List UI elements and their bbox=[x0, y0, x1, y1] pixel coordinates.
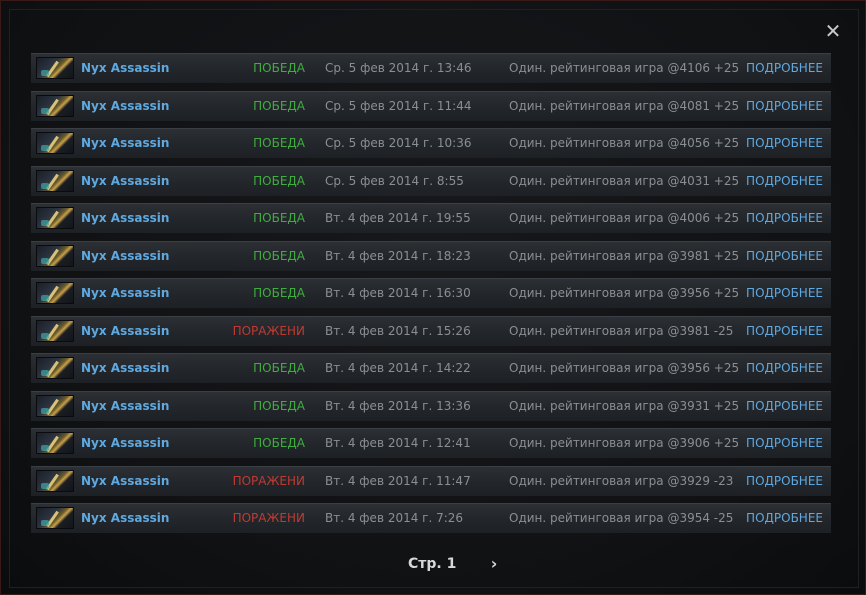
hero-name: Nyx Assassin bbox=[81, 286, 170, 300]
match-result: ПОБЕДА bbox=[253, 211, 305, 225]
match-result: ПОРАЖЕНИ bbox=[232, 511, 305, 525]
match-date: Вт. 4 фев 2014 г. 7:26 bbox=[325, 511, 464, 525]
hero-name: Nyx Assassin bbox=[81, 211, 170, 225]
details-link[interactable]: ПОДРОБНЕЕ bbox=[746, 136, 823, 150]
hero-portrait-icon bbox=[36, 282, 74, 304]
hero-portrait-icon bbox=[36, 94, 74, 117]
match-history-panel: ✕ Nyx Assassin ПОБЕДА Ср. 5 фев 2014 г. 13… bbox=[0, 0, 866, 595]
match-row[interactable]: Nyx Assassin ПОБЕДА Ср. 5 фев 2014 г. 8:55… bbox=[31, 165, 831, 196]
match-mode: Один. рейтинговая игра @4006 +25 bbox=[509, 211, 740, 225]
match-date: Вт. 4 фев 2014 г. 16:30 bbox=[325, 286, 471, 300]
hero-name: Nyx Assassin bbox=[81, 61, 170, 75]
details-link[interactable]: ПОДРОБНЕЕ bbox=[746, 286, 823, 300]
match-result: ПОБЕДА bbox=[253, 436, 305, 450]
hero-portrait-icon bbox=[36, 132, 74, 154]
hero-portrait-icon bbox=[36, 357, 74, 379]
match-date: Ср. 5 фев 2014 г. 13:46 bbox=[325, 61, 472, 75]
hero-portrait-icon bbox=[36, 319, 74, 342]
match-row[interactable]: Nyx Assassin ПОБЕДА Вт. 4 фев 2014 г. 18:2… bbox=[31, 240, 831, 271]
match-row[interactable]: Nyx Assassin ПОБЕДА Вт. 4 фев 2014 г. 13:3… bbox=[31, 390, 831, 421]
hero-name: Nyx Assassin bbox=[81, 361, 170, 375]
hero-name: Nyx Assassin bbox=[81, 511, 170, 525]
match-result: ПОБЕДА bbox=[253, 98, 305, 113]
details-link[interactable]: ПОДРОБНЕЕ bbox=[746, 61, 823, 75]
match-date: Вт. 4 фев 2014 г. 18:23 bbox=[325, 248, 471, 263]
match-date: Ср. 5 фев 2014 г. 11:44 bbox=[325, 98, 472, 113]
hero-name: Nyx Assassin bbox=[81, 398, 170, 413]
match-mode: Один. рейтинговая игра @3956 +25 bbox=[509, 361, 740, 375]
match-result: ПОБЕДА bbox=[253, 136, 305, 150]
match-result: ПОБЕДА bbox=[253, 286, 305, 300]
match-row[interactable]: Nyx Assassin ПОБЕДА Ср. 5 фев 2014 г. 10:3… bbox=[31, 128, 831, 158]
hero-name: Nyx Assassin bbox=[81, 323, 170, 338]
match-result: ПОРАЖЕНИ bbox=[232, 473, 305, 488]
hero-portrait-icon bbox=[36, 244, 74, 267]
match-date: Вт. 4 фев 2014 г. 12:41 bbox=[325, 436, 471, 450]
match-result: ПОРАЖЕНИ bbox=[232, 323, 305, 338]
match-row[interactable]: Nyx Assassin ПОРАЖЕНИ Вт. 4 фев 2014 г. 11… bbox=[31, 465, 831, 496]
details-link[interactable]: ПОДРОБНЕЕ bbox=[746, 474, 823, 488]
match-row[interactable]: Nyx Assassin ПОБЕДА Вт. 4 фев 2014 г. 19:5… bbox=[31, 203, 831, 233]
match-result: ПОБЕДА bbox=[253, 61, 305, 75]
details-link[interactable]: ПОДРОБНЕЕ bbox=[746, 324, 823, 338]
details-link[interactable]: ПОДРОБНЕЕ bbox=[746, 211, 823, 225]
hero-portrait-icon bbox=[36, 169, 74, 192]
match-row[interactable]: Nyx Assassin ПОБЕДА Ср. 5 фев 2014 г. 13:4… bbox=[31, 53, 831, 83]
page-label: Стр. 1 bbox=[408, 556, 457, 572]
close-icon[interactable]: ✕ bbox=[823, 21, 843, 41]
hero-name: Nyx Assassin bbox=[81, 436, 170, 450]
hero-name: Nyx Assassin bbox=[81, 248, 170, 263]
details-link[interactable]: ПОДРОБНЕЕ bbox=[746, 249, 823, 263]
match-mode: Один. рейтинговая игра @4031 +25 bbox=[509, 173, 740, 188]
match-result: ПОБЕДА bbox=[253, 173, 305, 188]
match-mode: Один. рейтинговая игра @4106 +25 bbox=[509, 61, 740, 75]
match-mode: Один. рейтинговая игра @3981 +25 bbox=[509, 248, 740, 263]
hero-portrait-icon bbox=[36, 394, 74, 417]
match-row[interactable]: Nyx Assassin ПОРАЖЕНИ Вт. 4 фев 2014 г. 7:… bbox=[31, 503, 831, 533]
hero-portrait-icon bbox=[36, 432, 74, 454]
match-date: Вт. 4 фев 2014 г. 13:36 bbox=[325, 398, 471, 413]
pager: Стр. 1 › bbox=[1, 555, 866, 575]
match-mode: Один. рейтинговая игра @3906 +25 bbox=[509, 436, 740, 450]
match-row[interactable]: Nyx Assassin ПОРАЖЕНИ Вт. 4 фев 2014 г. 15… bbox=[31, 315, 831, 346]
details-link[interactable]: ПОДРОБНЕЕ bbox=[746, 99, 823, 113]
match-mode: Один. рейтинговая игра @3931 +25 bbox=[509, 398, 740, 413]
hero-name: Nyx Assassin bbox=[81, 98, 170, 113]
match-row[interactable]: Nyx Assassin ПОБЕДА Вт. 4 фев 2014 г. 14:2… bbox=[31, 353, 831, 383]
match-row[interactable]: Nyx Assassin ПОБЕДА Вт. 4 фев 2014 г. 16:3… bbox=[31, 278, 831, 308]
hero-name: Nyx Assassin bbox=[81, 136, 170, 150]
match-result: ПОБЕДА bbox=[253, 361, 305, 375]
match-mode: Один. рейтинговая игра @3956 +25 bbox=[509, 286, 740, 300]
hero-portrait-icon bbox=[36, 57, 74, 79]
match-mode: Один. рейтинговая игра @3929 -23 bbox=[509, 473, 734, 488]
match-row[interactable]: Nyx Assassin ПОБЕДА Вт. 4 фев 2014 г. 12:4… bbox=[31, 428, 831, 458]
match-date: Ср. 5 фев 2014 г. 10:36 bbox=[325, 136, 472, 150]
match-mode: Один. рейтинговая игра @3981 -25 bbox=[509, 323, 734, 338]
hero-name: Nyx Assassin bbox=[81, 173, 170, 188]
chevron-right-icon[interactable]: › bbox=[487, 555, 501, 573]
match-date: Вт. 4 фев 2014 г. 11:47 bbox=[325, 473, 471, 488]
details-link[interactable]: ПОДРОБНЕЕ bbox=[746, 436, 823, 450]
match-row[interactable]: Nyx Assassin ПОБЕДА Ср. 5 фев 2014 г. 11:4… bbox=[31, 90, 831, 121]
match-mode: Один. рейтинговая игра @3954 -25 bbox=[509, 511, 734, 525]
match-mode: Один. рейтинговая игра @4056 +25 bbox=[509, 136, 740, 150]
details-link[interactable]: ПОДРОБНЕЕ bbox=[746, 361, 823, 375]
hero-portrait-icon bbox=[36, 469, 74, 492]
match-date: Вт. 4 фев 2014 г. 15:26 bbox=[325, 323, 471, 338]
hero-name: Nyx Assassin bbox=[81, 473, 170, 488]
match-mode: Один. рейтинговая игра @4081 +25 bbox=[509, 98, 740, 113]
match-result: ПОБЕДА bbox=[253, 248, 305, 263]
match-date: Вт. 4 фев 2014 г. 14:22 bbox=[325, 361, 471, 375]
details-link[interactable]: ПОДРОБНЕЕ bbox=[746, 399, 823, 413]
match-list: Nyx Assassin ПОБЕДА Ср. 5 фев 2014 г. 13:4… bbox=[31, 53, 831, 541]
details-link[interactable]: ПОДРОБНЕЕ bbox=[746, 511, 823, 525]
hero-portrait-icon bbox=[36, 507, 74, 529]
match-date: Вт. 4 фев 2014 г. 19:55 bbox=[325, 211, 471, 225]
match-result: ПОБЕДА bbox=[253, 398, 305, 413]
hero-portrait-icon bbox=[36, 207, 74, 229]
match-date: Ср. 5 фев 2014 г. 8:55 bbox=[325, 173, 464, 188]
details-link[interactable]: ПОДРОБНЕЕ bbox=[746, 174, 823, 188]
